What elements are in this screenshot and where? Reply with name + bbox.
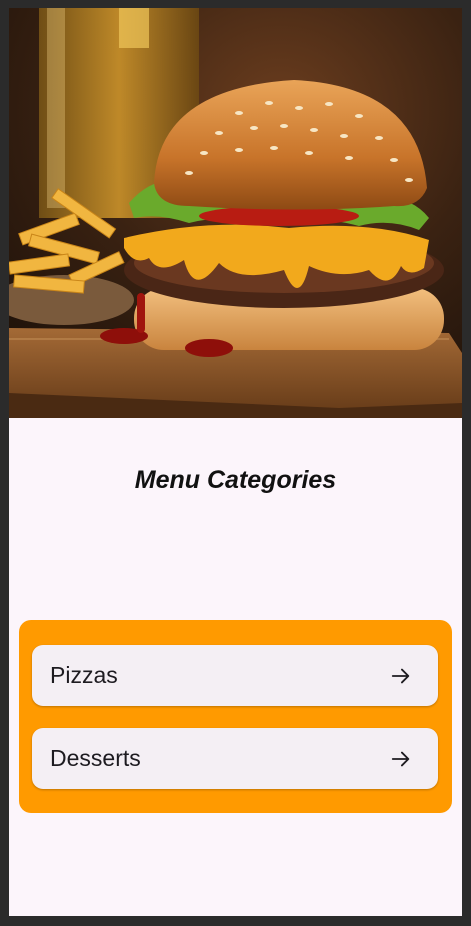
hero-image: [9, 8, 462, 418]
category-label: Desserts: [50, 745, 141, 771]
arrow-right-icon: [391, 668, 410, 684]
category-label: Pizzas: [50, 662, 118, 688]
burger-photo-illustration: [9, 8, 462, 418]
category-tile-pizzas[interactable]: Pizzas: [32, 645, 438, 706]
category-tile-desserts[interactable]: Desserts: [32, 728, 438, 789]
app-screen: Menu Categories Pizzas Desserts: [9, 8, 462, 916]
categories-panel: Pizzas Desserts: [19, 620, 452, 813]
page-title: Menu Categories: [134, 466, 337, 494]
arrow-right-icon: [391, 751, 410, 767]
